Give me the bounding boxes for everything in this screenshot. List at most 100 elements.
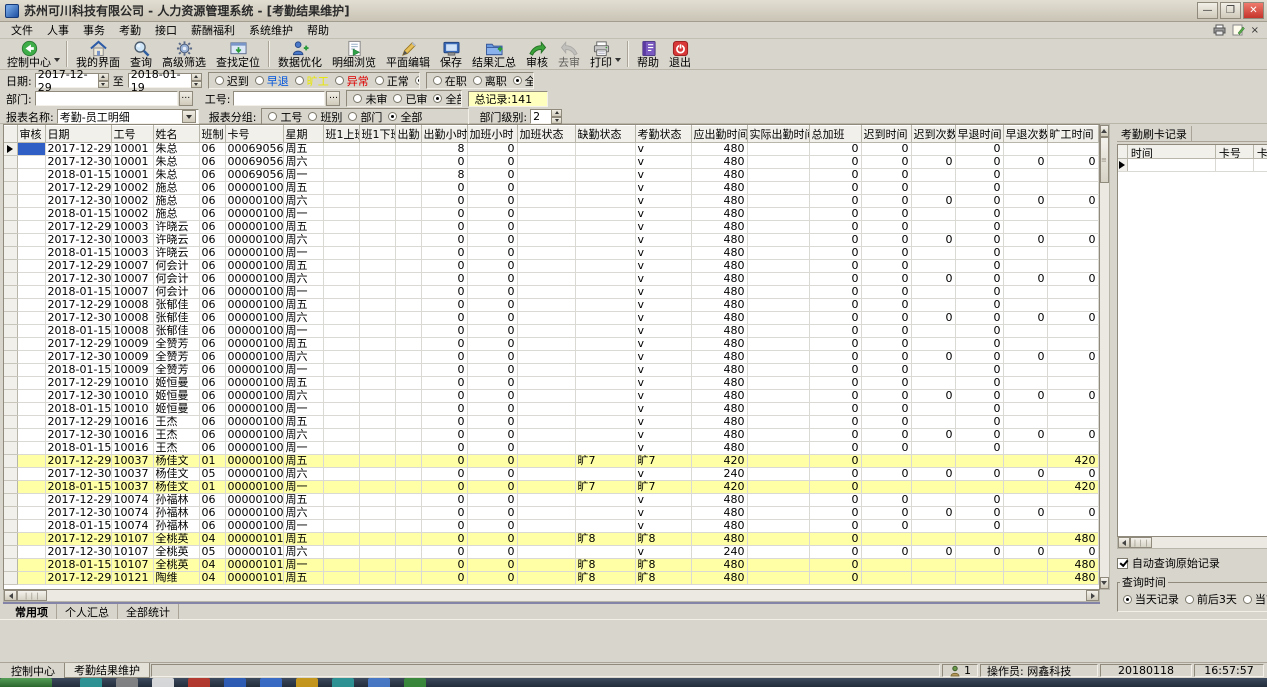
cell[interactable] <box>323 208 359 221</box>
cell[interactable]: 0 <box>467 533 517 546</box>
cell[interactable] <box>575 416 635 429</box>
table-row[interactable]: 2017-12-2910016王杰0600000100:周五00v480000 <box>4 416 1098 429</box>
cell[interactable]: 2017-12-30 <box>45 507 111 520</box>
cell[interactable]: 旷7 <box>635 481 691 494</box>
cell[interactable]: 06 <box>199 286 225 299</box>
cell[interactable] <box>395 260 421 273</box>
cell[interactable]: 0 <box>1047 312 1098 325</box>
scroll-right-button[interactable] <box>1086 590 1099 601</box>
cell[interactable] <box>359 169 395 182</box>
cell[interactable]: 0 <box>955 312 1003 325</box>
cell[interactable]: 0 <box>1047 156 1098 169</box>
cell[interactable] <box>395 455 421 468</box>
cell[interactable] <box>1003 403 1047 416</box>
cell[interactable]: 10010 <box>111 390 153 403</box>
cell[interactable]: v <box>635 494 691 507</box>
cell[interactable]: 姬恒曼 <box>153 403 199 416</box>
cell[interactable]: 0 <box>421 156 467 169</box>
cell[interactable] <box>359 507 395 520</box>
cell[interactable]: 10016 <box>111 429 153 442</box>
menu-item[interactable]: 接口 <box>148 21 184 39</box>
dept-input[interactable] <box>35 91 178 106</box>
cell[interactable] <box>395 481 421 494</box>
cell[interactable] <box>1003 247 1047 260</box>
cell[interactable]: 旷8 <box>635 533 691 546</box>
cell[interactable]: 00000100( <box>225 351 283 364</box>
cell[interactable]: 2017-12-29 <box>45 494 111 507</box>
cell[interactable] <box>575 494 635 507</box>
cell[interactable]: 0 <box>1003 429 1047 442</box>
cell[interactable]: 0 <box>1003 312 1047 325</box>
cell[interactable]: 王杰 <box>153 442 199 455</box>
cell[interactable]: 0 <box>421 208 467 221</box>
cell[interactable] <box>911 260 955 273</box>
cell[interactable]: 0 <box>809 247 861 260</box>
cell[interactable]: 周五 <box>283 377 323 390</box>
cell[interactable] <box>323 260 359 273</box>
cell[interactable]: 0 <box>421 351 467 364</box>
cell[interactable] <box>359 312 395 325</box>
cell[interactable]: 04 <box>199 533 225 546</box>
cell[interactable]: 杨佳文 <box>153 481 199 494</box>
cell[interactable]: 420 <box>691 481 747 494</box>
cell[interactable]: 周五 <box>283 533 323 546</box>
cell[interactable]: 0 <box>467 429 517 442</box>
cell[interactable] <box>747 182 809 195</box>
cell[interactable] <box>575 299 635 312</box>
cell[interactable] <box>1003 455 1047 468</box>
cell[interactable]: 施总 <box>153 208 199 221</box>
cell[interactable]: 0 <box>861 286 911 299</box>
cell[interactable] <box>517 299 575 312</box>
cell[interactable]: 旷7 <box>575 481 635 494</box>
scrollbar-thumb[interactable]: ❘❘❘ <box>17 590 47 601</box>
cell[interactable]: 2017-12-29 <box>45 143 111 156</box>
taskbar-item[interactable] <box>368 678 390 687</box>
column-header-迟到次数[interactable]: 迟到次数 <box>911 126 955 143</box>
table-row[interactable]: 2018-01-1510074孙福林0600000100'周一00v480000 <box>4 520 1098 533</box>
cell[interactable] <box>359 182 395 195</box>
cell[interactable] <box>359 390 395 403</box>
cell[interactable]: 0 <box>1003 156 1047 169</box>
cell[interactable] <box>359 156 395 169</box>
cell[interactable] <box>17 468 45 481</box>
mdi-close-icon[interactable]: × <box>1251 25 1259 36</box>
cell[interactable]: 480 <box>691 494 747 507</box>
cell[interactable] <box>911 338 955 351</box>
cell[interactable] <box>575 442 635 455</box>
cell[interactable] <box>861 559 911 572</box>
cell[interactable]: 0 <box>467 247 517 260</box>
cell[interactable]: 0 <box>421 221 467 234</box>
cell[interactable] <box>911 572 955 585</box>
cell[interactable] <box>323 156 359 169</box>
cell[interactable]: 0 <box>421 338 467 351</box>
cell[interactable] <box>747 143 809 156</box>
cell[interactable]: 0 <box>955 546 1003 559</box>
cell[interactable]: 0 <box>1003 234 1047 247</box>
cell[interactable]: 0 <box>955 468 1003 481</box>
cell[interactable]: 0 <box>861 507 911 520</box>
cell[interactable]: 06 <box>199 169 225 182</box>
cell[interactable]: 周六 <box>283 195 323 208</box>
cell[interactable]: 0 <box>467 455 517 468</box>
edit-note-icon[interactable] <box>1232 24 1245 36</box>
cell[interactable]: 0 <box>911 390 955 403</box>
cell[interactable] <box>575 247 635 260</box>
cell[interactable] <box>17 260 45 273</box>
cell[interactable]: 480 <box>691 559 747 572</box>
cell[interactable] <box>359 533 395 546</box>
cell[interactable] <box>911 403 955 416</box>
cell[interactable]: 8 <box>421 143 467 156</box>
cell[interactable] <box>747 338 809 351</box>
column-header-早退时间[interactable]: 早退时间 <box>955 126 1003 143</box>
cell[interactable]: v <box>635 273 691 286</box>
cell[interactable] <box>359 546 395 559</box>
cell[interactable] <box>747 442 809 455</box>
cell[interactable] <box>747 494 809 507</box>
cell[interactable]: 旷8 <box>635 559 691 572</box>
cell[interactable]: 0 <box>861 325 911 338</box>
cell[interactable]: 旷8 <box>575 533 635 546</box>
cell[interactable]: 2017-12-30 <box>45 390 111 403</box>
cell[interactable] <box>911 559 955 572</box>
cell[interactable]: 0 <box>955 403 1003 416</box>
cell[interactable]: 0 <box>467 546 517 559</box>
